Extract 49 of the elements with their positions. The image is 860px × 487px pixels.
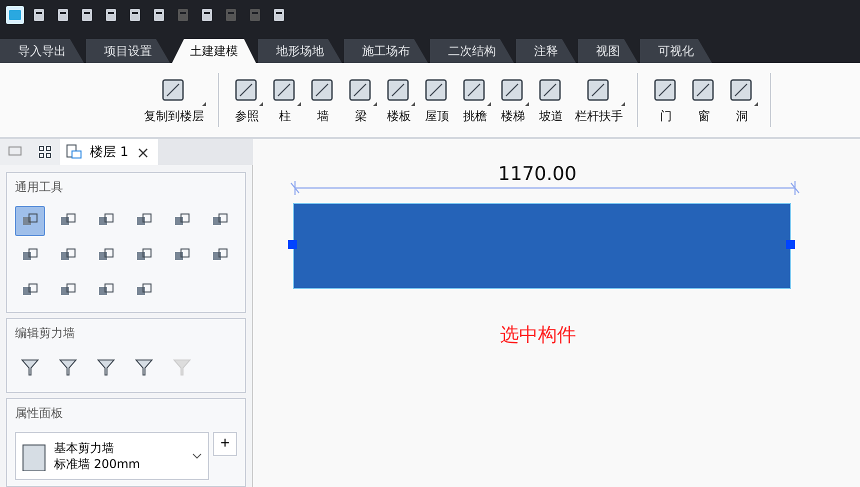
dropdown-corner-icon — [202, 102, 206, 106]
ribbon-tab[interactable]: 土建建模 — [172, 39, 256, 63]
dropdown-corner-icon — [297, 102, 301, 106]
dropdown-corner-icon — [621, 102, 625, 106]
type-dropdown[interactable]: 基本剪力墙 标准墙 200mm — [15, 432, 209, 480]
ribbon-button[interactable]: 楼梯 — [495, 76, 531, 124]
panel-title: 编辑剪力墙 — [15, 325, 76, 342]
grip-handle[interactable] — [288, 240, 297, 249]
ribbon-button[interactable]: 屋顶 — [419, 76, 455, 124]
ribbon-tab[interactable]: 二次结构 — [430, 39, 514, 63]
ribbon-tab[interactable]: 施工场布 — [344, 39, 428, 63]
ribbon-button[interactable]: 参照 — [229, 76, 265, 124]
grid-icon[interactable] — [30, 139, 60, 165]
ribbon-tab[interactable]: 可视化 — [640, 39, 712, 63]
ribbon-button[interactable]: 墙 — [305, 76, 341, 124]
floor-plan-icon — [66, 144, 82, 160]
selection-hint: 选中构件 — [500, 323, 576, 348]
ribbon-button[interactable]: 柱 — [267, 76, 303, 124]
add-button[interactable]: + — [213, 432, 237, 456]
ribbon-button[interactable]: 窗 — [686, 76, 722, 124]
panel-title: 通用工具 — [15, 179, 64, 196]
dimension-label: 1170.00 — [498, 163, 577, 185]
dropdown-corner-icon — [411, 102, 415, 106]
selected-wall[interactable] — [293, 203, 791, 289]
dropdown-corner-icon — [525, 102, 529, 106]
dropdown-corner-icon — [487, 102, 491, 106]
ribbon-tab[interactable]: 导入导出 — [0, 39, 84, 63]
close-button[interactable]: × — [136, 142, 150, 162]
dropdown-corner-icon — [754, 102, 758, 106]
app-logo-icon — [6, 6, 24, 24]
dropdown-corner-icon — [259, 102, 263, 106]
panel-title: 属性面板 — [15, 405, 64, 422]
ribbon-tab[interactable]: 注释 — [516, 39, 576, 63]
ribbon-button[interactable]: 梁 — [343, 76, 379, 124]
ribbon-button[interactable]: 楼板 — [381, 76, 417, 124]
document-tab[interactable]: 楼层 1 × — [60, 139, 158, 165]
ribbon-tab[interactable]: 地形场地 — [258, 39, 342, 63]
ribbon-button[interactable]: 栏杆扶手 — [571, 76, 627, 124]
ribbon-button[interactable]: 门 — [648, 76, 684, 124]
grip-handle[interactable] — [786, 240, 795, 249]
ribbon-button[interactable]: 复制到楼层 — [140, 76, 208, 124]
ribbon-button[interactable]: 坡道 — [533, 76, 569, 124]
ribbon-tab[interactable]: 视图 — [578, 39, 638, 63]
tool-button[interactable] — [15, 206, 45, 236]
ribbon-button[interactable]: 洞 — [724, 76, 760, 124]
ribbon-button[interactable]: 挑檐 — [457, 76, 493, 124]
dropdown-corner-icon — [373, 102, 377, 106]
chevron-down-icon — [192, 453, 202, 459]
ribbon-tab[interactable]: 项目设置 — [86, 39, 170, 63]
